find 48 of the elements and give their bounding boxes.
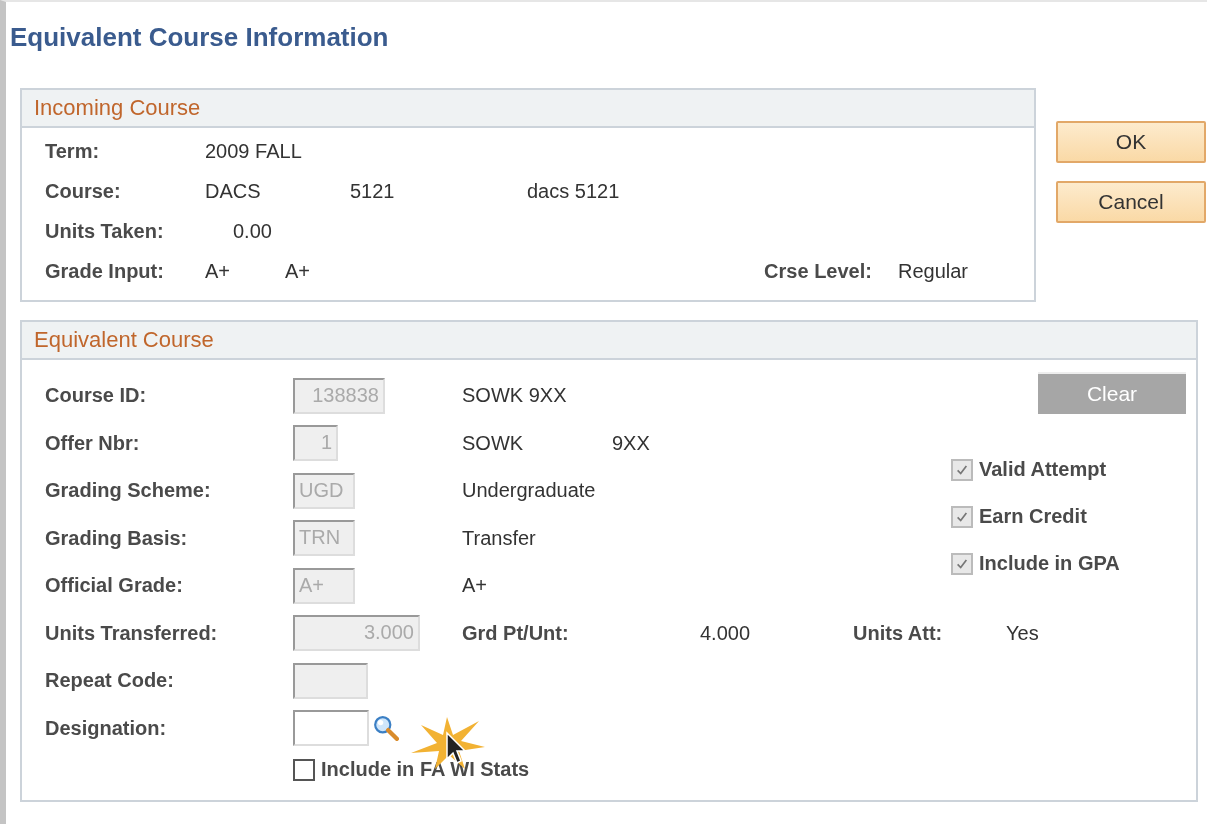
field-value: dacs 5121: [527, 180, 620, 203]
field-label: Course ID:: [45, 384, 148, 408]
input-field: 1: [293, 425, 338, 462]
input-field: 3.000: [293, 615, 420, 652]
field-label: Offer Nbr:: [45, 431, 141, 455]
input-field: 138838: [293, 377, 385, 414]
checkbox-label: Earn Credit: [979, 505, 1087, 528]
field-value: 2009 FALL: [205, 140, 302, 163]
field-value: SOWK: [462, 431, 524, 455]
search-icon[interactable]: [373, 715, 399, 742]
field-label: Grade Input:: [45, 260, 165, 283]
input-field[interactable]: [293, 710, 369, 747]
field-value: SOWK 9XX: [462, 384, 567, 408]
ok-button[interactable]: OK: [1056, 121, 1206, 163]
field-label: Grading Basis:: [45, 526, 189, 550]
field-value: 4.000: [700, 621, 751, 645]
field-value: Transfer: [462, 526, 536, 550]
input-field: UGD: [293, 472, 355, 509]
field-value: A+: [205, 260, 232, 283]
field-value: 0.00: [233, 220, 272, 243]
field-label: Term:: [45, 140, 101, 163]
field-label: Units Transferred:: [45, 621, 219, 645]
checkbox-label: Valid Attempt: [979, 458, 1107, 481]
field-label: Repeat Code:: [45, 669, 175, 693]
field-label: Grd Pt/Unt:: [462, 621, 569, 645]
input-field: TRN: [293, 520, 355, 557]
cancel-button[interactable]: Cancel: [1056, 181, 1206, 223]
field-label: Grading Scheme:: [45, 479, 212, 503]
field-value: 5121: [350, 180, 396, 203]
input-field: A+: [293, 567, 355, 604]
field-label: Official Grade:: [45, 574, 184, 598]
field-label: Units Att:: [853, 621, 943, 645]
field-label: Designation:: [45, 716, 168, 740]
field-value: Undergraduate: [462, 479, 596, 503]
field-label: Crse Level:: [764, 260, 872, 283]
field-label: Course:: [45, 180, 122, 203]
field-value: DACS: [205, 180, 262, 203]
checkbox-label: Include in GPA: [979, 552, 1120, 575]
panel-title: Equivalent Course: [34, 327, 214, 353]
panel-title: Incoming Course: [34, 95, 201, 121]
field-value: A+: [285, 260, 311, 283]
field-label: Units Taken:: [45, 220, 165, 243]
field-value: Yes: [1006, 621, 1039, 645]
checkbox[interactable]: [293, 758, 315, 781]
field-value: 9XX: [612, 431, 650, 455]
page-title: Equivalent Course Information: [9, 21, 390, 54]
field-value: Regular: [897, 260, 968, 283]
field-value: A+: [462, 574, 488, 598]
